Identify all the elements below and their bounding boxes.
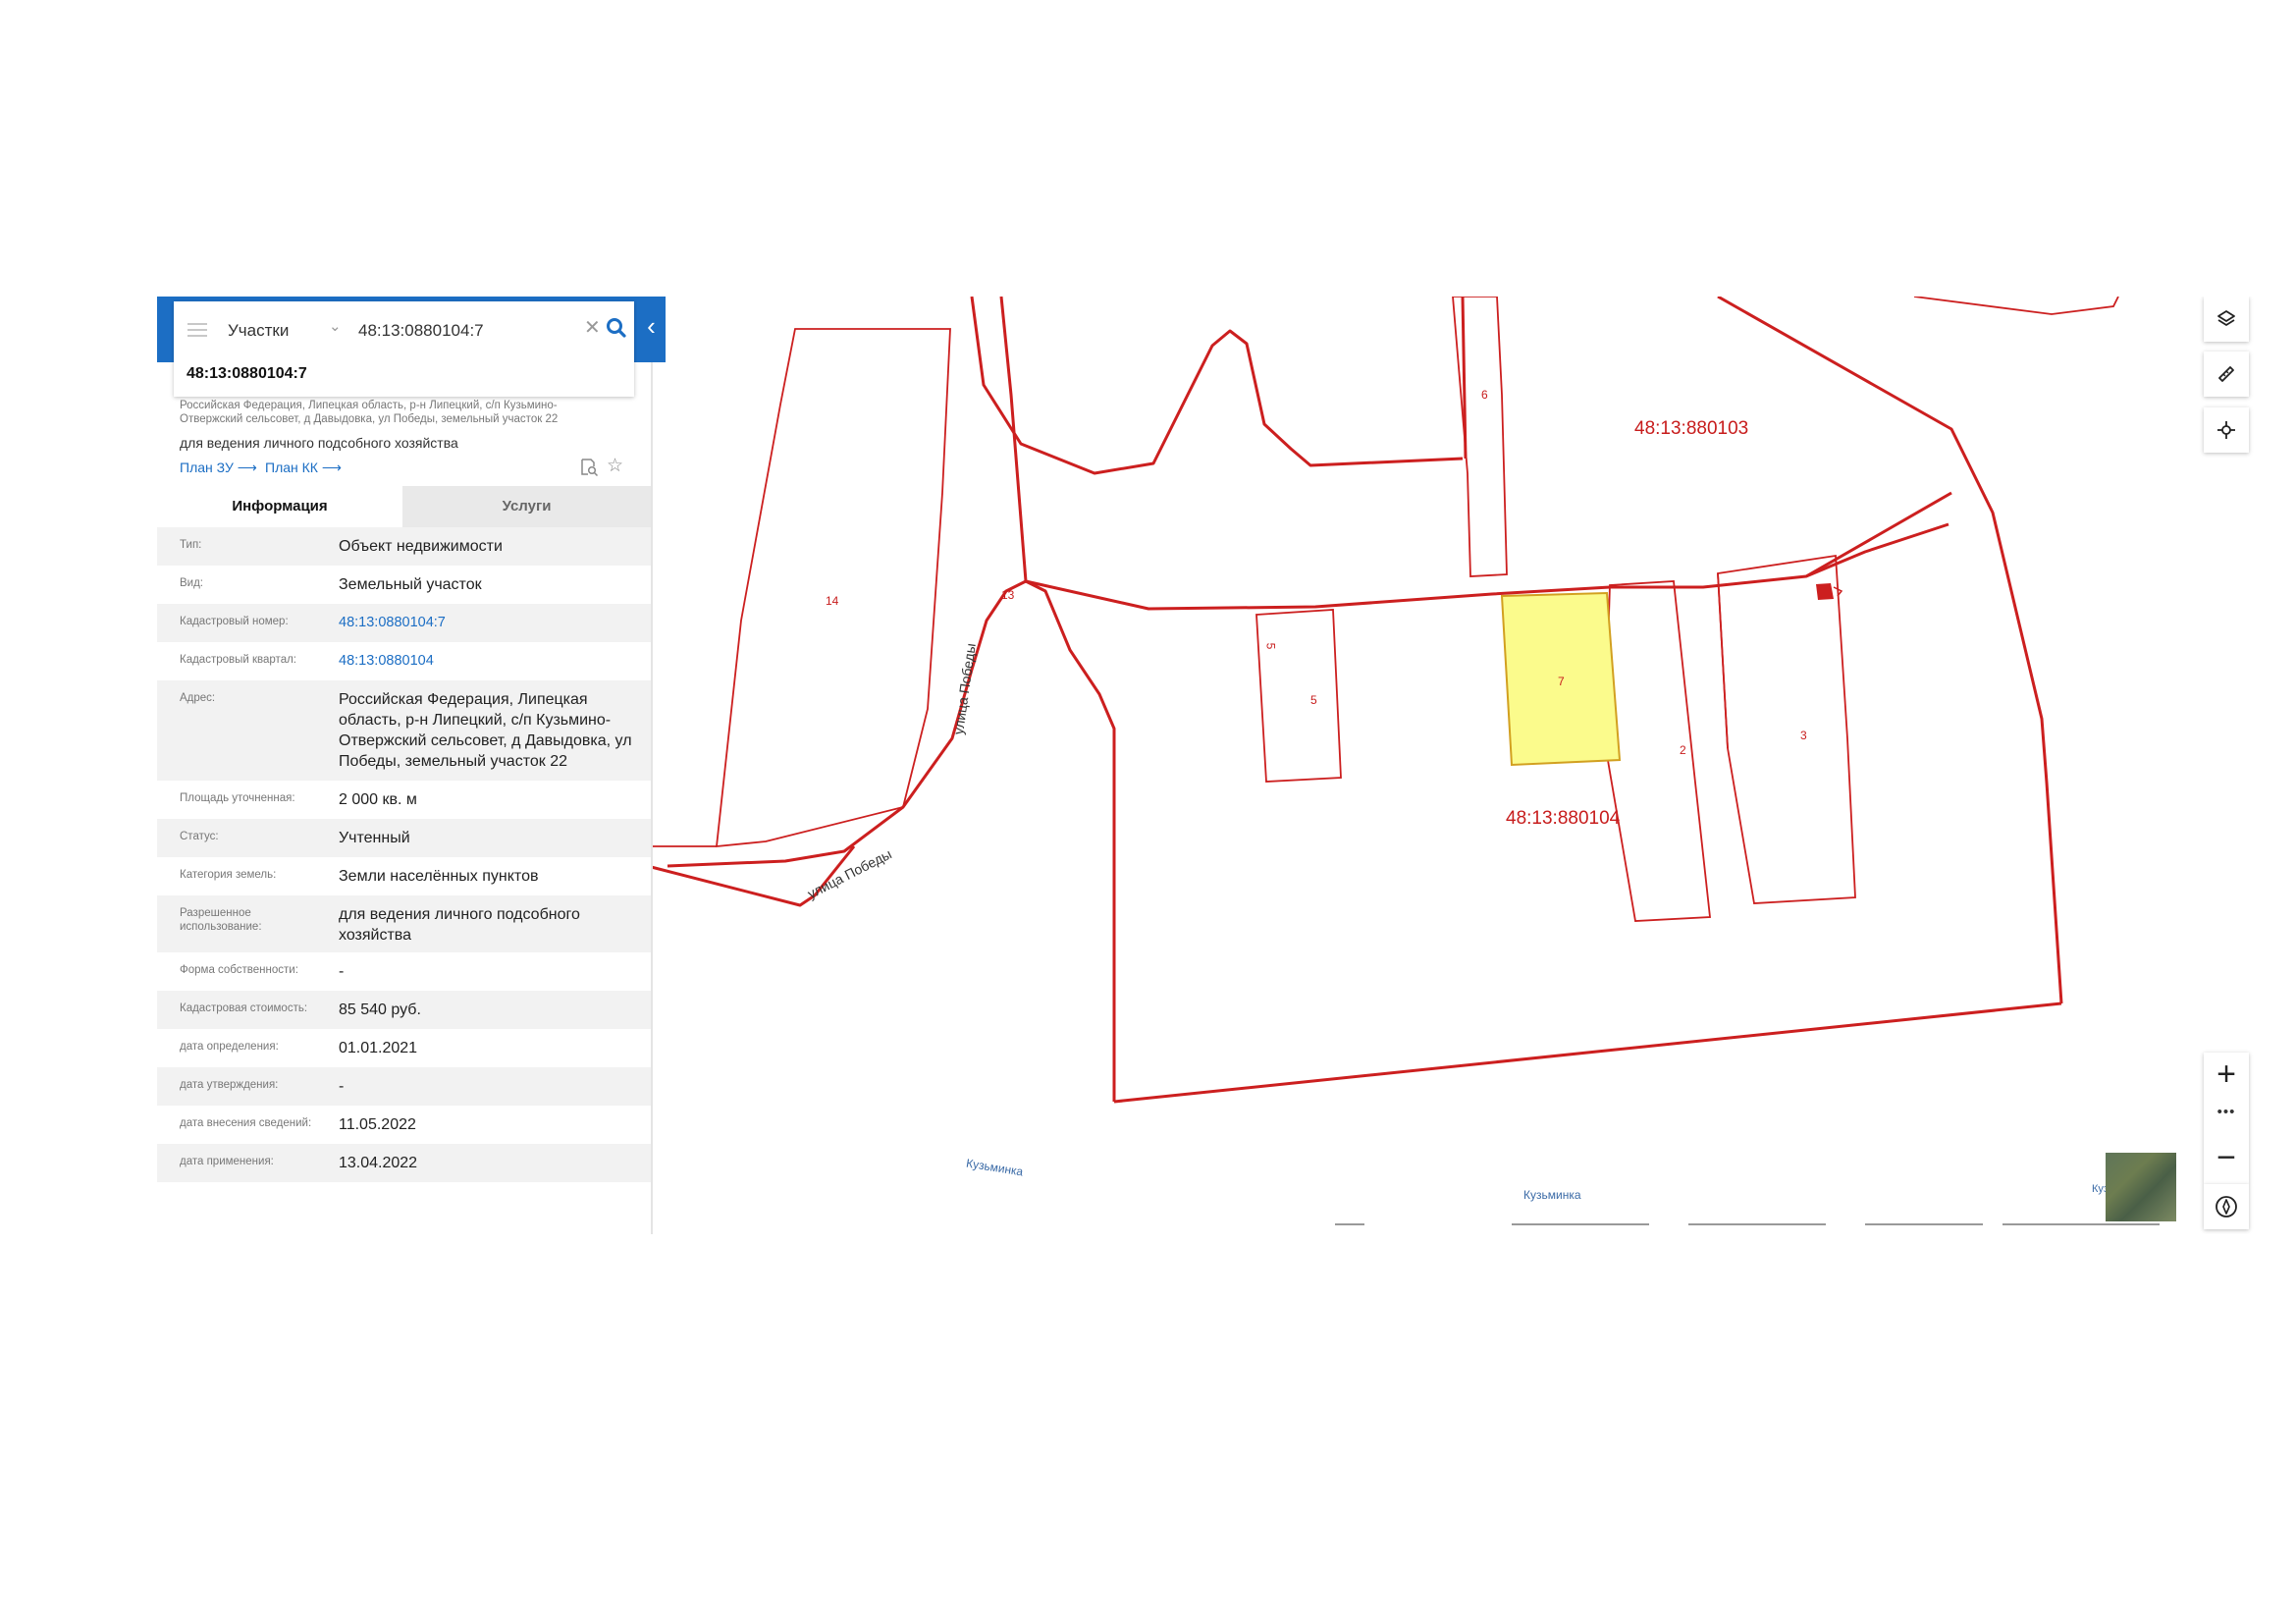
info-value: 2 000 кв. м bbox=[339, 791, 417, 808]
info-label: Кадастровая стоимость: bbox=[180, 1002, 308, 1014]
info-value: Учтенный bbox=[339, 830, 410, 846]
info-value: 13.04.2022 bbox=[339, 1155, 418, 1171]
parcel-number: 13 bbox=[1001, 588, 1015, 602]
app-window: 48:13:880103 48:13:880104 14 13 6 5 7 2 … bbox=[157, 297, 2258, 1234]
locate-button[interactable] bbox=[2204, 407, 2249, 453]
info-label: Кадастровый номер: bbox=[180, 616, 289, 627]
info-label: Категория земель: bbox=[180, 869, 277, 881]
info-value: Объект недвижимости bbox=[339, 538, 503, 555]
info-row: Кадастровая стоимость: 85 540 руб. bbox=[157, 991, 651, 1029]
info-row: дата применения: 13.04.2022 bbox=[157, 1144, 651, 1182]
info-value: Земельный участок bbox=[339, 576, 482, 593]
search-type-select[interactable]: Участки bbox=[228, 316, 289, 346]
zoom-out-button[interactable]: − bbox=[2204, 1136, 2249, 1181]
info-label: Площадь уточненная: bbox=[180, 792, 295, 804]
basemap-switcher[interactable] bbox=[2106, 1153, 2176, 1221]
info-label: Форма собственности: bbox=[180, 964, 298, 976]
info-value: 11.05.2022 bbox=[339, 1116, 416, 1133]
layers-icon bbox=[2217, 310, 2235, 326]
parcel-number: 3 bbox=[1800, 729, 1807, 742]
info-label: Разрешенное использование: bbox=[180, 907, 262, 933]
result-title: 48:13:0880104:7 bbox=[187, 365, 307, 382]
place-label: Кузьминка bbox=[1523, 1188, 1581, 1202]
info-table: Тип: Объект недвижимости Вид: Земельный … bbox=[157, 527, 651, 1182]
measure-button[interactable] bbox=[2204, 352, 2249, 397]
info-label: Адрес: bbox=[180, 692, 216, 704]
plan-zu-link[interactable]: План ЗУ ⟶ bbox=[180, 460, 257, 476]
compass-icon bbox=[2216, 1196, 2237, 1218]
star-icon[interactable]: ☆ bbox=[607, 457, 623, 476]
search-box: Участки ⌄ ✕ 48:13:0880104:7 bbox=[174, 301, 634, 397]
parcel-number: 7 bbox=[1558, 675, 1565, 688]
info-label: Статус: bbox=[180, 831, 219, 842]
info-row: Статус: Учтенный bbox=[157, 819, 651, 857]
cadastral-number-link[interactable]: 48:13:0880104:7 bbox=[339, 613, 633, 633]
zoom-in-button[interactable]: + bbox=[2204, 1053, 2249, 1098]
layers-button[interactable] bbox=[2204, 297, 2249, 342]
menu-icon[interactable] bbox=[187, 323, 207, 337]
tab-services[interactable]: Услуги bbox=[402, 486, 651, 527]
parcel-number: 5 bbox=[1310, 693, 1317, 707]
info-row: Адрес: Российская Федерация, Липецкая об… bbox=[157, 680, 651, 781]
info-row: Форма собственности: - bbox=[157, 952, 651, 991]
crosshair-icon bbox=[2217, 421, 2235, 439]
parcel-number: 5 bbox=[1263, 642, 1278, 650]
info-row: Кадастровый номер: 48:13:0880104:7 bbox=[157, 604, 651, 642]
tab-info[interactable]: Информация bbox=[157, 486, 402, 527]
parcel-number: 14 bbox=[826, 594, 839, 608]
zoom-level-indicator: ••• bbox=[2216, 1104, 2236, 1120]
info-row: Площадь уточненная: 2 000 кв. м bbox=[157, 781, 651, 819]
info-row: дата утверждения: - bbox=[157, 1067, 651, 1106]
info-value: 01.01.2021 bbox=[339, 1040, 418, 1056]
info-panel: ‹ Участки ⌄ ✕ 48:13:0880104:7 Российская… bbox=[157, 297, 666, 1234]
tabs: Информация Услуги bbox=[157, 486, 651, 527]
info-row: Тип: Объект недвижимости bbox=[157, 527, 651, 566]
quarter-label-104: 48:13:880104 bbox=[1506, 808, 1621, 829]
info-value: - bbox=[339, 1078, 345, 1095]
info-row: Кадастровый квартал: 48:13:0880104 bbox=[157, 642, 651, 680]
parcel-number: 6 bbox=[1481, 388, 1488, 402]
parcel-number: 2 bbox=[1680, 743, 1686, 757]
quarter-label-103: 48:13:880103 bbox=[1634, 418, 1749, 439]
close-icon[interactable]: ✕ bbox=[584, 315, 601, 340]
search-icon[interactable] bbox=[604, 315, 629, 341]
info-row: Категория земель: Земли населённых пункт… bbox=[157, 857, 651, 895]
info-value: - bbox=[339, 963, 345, 980]
info-label: Вид: bbox=[180, 577, 203, 589]
info-label: Тип: bbox=[180, 539, 202, 551]
compass-button[interactable] bbox=[2204, 1184, 2249, 1229]
chevron-down-icon[interactable]: ⌄ bbox=[329, 317, 342, 335]
result-purpose: для ведения личного подсобного хозяйства bbox=[180, 435, 458, 451]
info-value: Российская Федерация, Липецкая область, … bbox=[339, 691, 632, 770]
info-label: дата внесения сведений: bbox=[180, 1117, 312, 1129]
info-row: дата внесения сведений: 11.05.2022 bbox=[157, 1106, 651, 1144]
info-value: для ведения личного подсобного хозяйства bbox=[339, 906, 580, 944]
info-row: Вид: Земельный участок bbox=[157, 566, 651, 604]
ruler-icon bbox=[2218, 366, 2234, 382]
cadastral-quarter-link[interactable]: 48:13:0880104 bbox=[339, 651, 633, 672]
result-address: Российская Федерация, Липецкая область, … bbox=[180, 400, 559, 425]
info-label: дата применения: bbox=[180, 1156, 274, 1167]
search-input[interactable] bbox=[358, 317, 579, 345]
info-row: Разрешенное использование: для ведения л… bbox=[157, 895, 651, 952]
zoom-control: + ••• − bbox=[2204, 1053, 2249, 1184]
collapse-panel-button[interactable]: ‹ bbox=[637, 297, 666, 362]
info-value: 85 540 руб. bbox=[339, 1001, 421, 1018]
info-row: дата определения: 01.01.2021 bbox=[157, 1029, 651, 1067]
info-value: Земли населённых пунктов bbox=[339, 868, 539, 885]
document-search-icon[interactable] bbox=[579, 458, 599, 477]
info-label: дата утверждения: bbox=[180, 1079, 279, 1091]
plan-kk-link[interactable]: План КК ⟶ bbox=[265, 460, 342, 476]
info-label: дата определения: bbox=[180, 1041, 279, 1053]
info-label: Кадастровый квартал: bbox=[180, 654, 296, 666]
road-west bbox=[999, 297, 1028, 582]
